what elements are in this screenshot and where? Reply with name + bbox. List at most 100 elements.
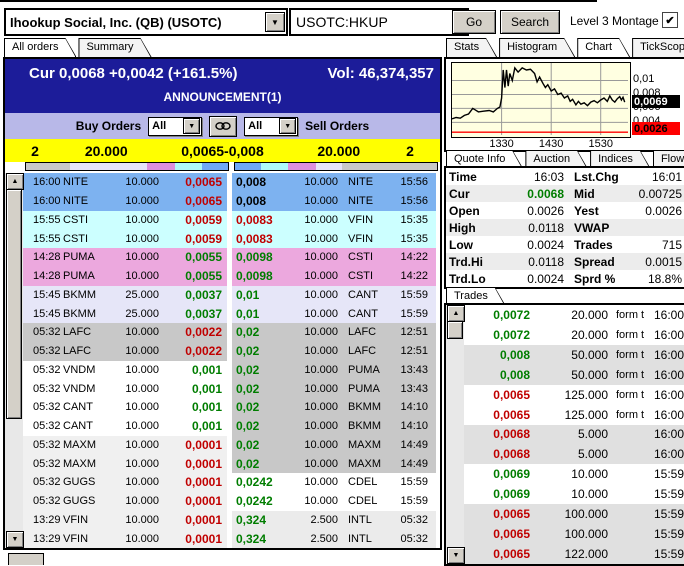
depth-color-segment [261,163,287,170]
trade-row[interactable]: 0,0065125.000form t16:00:07 [464,405,684,425]
order-book-row[interactable]: 15:55CSTI10.0000,00590,008310.000VFIN15:… [23,211,440,230]
tab-chart[interactable]: Chart [577,38,630,57]
order-book-row[interactable]: 16:00NITE10.0000,00650,00810.000NITE15:5… [23,192,440,211]
order-book-row[interactable]: 05:32VNDM10.0000,0010,0210.000PUMA13:43 [23,379,440,398]
scroll-down-button[interactable]: ▼ [6,531,24,548]
trade-row[interactable]: 0,006910.00015:59:59 [464,464,684,484]
quote-field-label: Mid [564,187,630,201]
symbol-input[interactable] [289,8,469,36]
tab-label: Flow [653,150,684,165]
trade-time: 15:59:59 [654,487,684,501]
trade-row[interactable]: 0,0065100.00015:59:58 [464,524,684,544]
trade-row[interactable]: 0,00685.00016:00:00 [464,425,684,445]
bid-size: 10.000 [109,270,165,282]
link-filters-button[interactable] [209,116,237,137]
order-book-row[interactable]: 14:28PUMA10.0000,00550,009810.000CSTI14:… [23,267,440,286]
trades-scrollbar[interactable]: ▲ ▼ [446,305,464,564]
trade-row[interactable]: 0,00850.000form t16:00:10 [464,365,684,385]
chevron-down-icon[interactable]: ▼ [265,12,285,32]
trade-row[interactable]: 0,00685.00016:00:00 [464,444,684,464]
order-book-row[interactable]: 05:32LAFC10.0000,00220,0210.000LAFC12:51 [23,323,440,342]
bid-side: 15:45BKMM25.0000,0037 [23,286,227,305]
ask-side: 0,3242.500INTL05:32 [232,511,436,530]
ask-price: 0,02 [232,438,294,452]
order-book-row[interactable]: 05:32GUGS10.0000,00010,024210.000CDEL15:… [23,492,440,511]
bid-size: 25.000 [109,289,165,301]
order-book-row[interactable]: 05:32GUGS10.0000,00010,024210.000CDEL15:… [23,473,440,492]
ask-price: 0,0098 [232,269,294,283]
tab-summary[interactable]: Summary [78,38,151,57]
scroll-up-button[interactable]: ▲ [447,305,465,322]
montage-scrollbar[interactable]: ▲ ▼ [5,173,23,548]
tab-tickscope[interactable]: TickScope [632,38,684,57]
order-book-row[interactable]: 15:45BKMM25.0000,00370,0110.000CANT15:59 [23,304,440,323]
search-button[interactable]: Search [500,10,560,34]
trade-row[interactable]: 0,007220.000form t16:00:26 [464,325,684,345]
order-book-row[interactable]: 05:32MAXM10.0000,00010,0210.000MAXM14:49 [23,454,440,473]
tab-label: TickScope [632,38,684,53]
bid-price: 0,0001 [165,457,227,471]
quote-field-label: Time [446,170,502,184]
trade-row[interactable]: 0,00850.000form t16:00:10 [464,345,684,365]
bid-side: 05:32CANT10.0000,001 [23,417,227,436]
order-book-row[interactable]: 05:32LAFC10.0000,00220,0210.000LAFC12:51 [23,342,440,361]
buy-orders-label: Buy Orders [76,119,141,133]
quote-field-value: 0.0118 [502,255,564,269]
trade-price: 0,0072 [464,308,530,322]
trade-row[interactable]: 0,0065125.000form t16:00:07 [464,385,684,405]
trades-rows: 0,007220.000form t16:00:260,007220.000fo… [464,305,684,564]
ask-price: 0,0242 [232,475,294,489]
order-book-row[interactable]: 13:29VFIN10.0000,00010,3242.500INTL05:32 [23,511,440,530]
symbol-select[interactable]: Ihookup Social, Inc. (QB) (USOTC) ▼ [4,8,288,36]
chevron-down-icon[interactable]: ▼ [279,118,296,134]
go-button[interactable]: Go [452,10,496,34]
tab-all-orders[interactable]: All orders [4,38,76,57]
announcement-link[interactable]: ANNOUNCEMENT(1) [5,90,440,104]
ask-market-maker: CSTI [344,270,394,282]
ask-side: 0,0210.000MAXM14:49 [232,436,436,455]
order-book-row[interactable]: 05:32CANT10.0000,001 0,0210.000BKMM14:10 [23,417,440,436]
scroll-down-button[interactable]: ▼ [447,547,465,564]
buy-filter-select[interactable]: All ▼ [148,117,202,136]
chevron-down-icon[interactable]: ▼ [183,118,200,134]
trade-row[interactable]: 0,007220.000form t16:00:26 [464,305,684,325]
scroll-up-button[interactable]: ▲ [6,173,24,190]
quote-info-row: High0.0118VWAP [446,219,684,236]
ask-price: 0,0098 [232,250,294,264]
tab-label: Histogram [499,38,575,53]
bid-time: 13:29 [23,514,63,526]
order-book-row[interactable]: 05:32CANT10.0000,0010,0210.000BKMM14:10 [23,398,440,417]
scrollbar-thumb[interactable] [6,189,22,419]
order-book-row[interactable]: 13:29VFIN10.0000,00010,3242.500INTL05:32 [23,529,440,548]
sell-order-count: 2 [380,143,440,159]
bid-time: 15:45 [23,289,63,301]
quote-info-row: Time16:03Lst.Chg16:01 [446,168,684,185]
order-book-row[interactable]: 15:45BKMM25.0000,00370,0110.000CANT15:59 [23,286,440,305]
bid-price: 0,0037 [165,307,227,321]
ask-price: 0,324 [232,513,294,527]
bid-market-maker: GUGS [63,476,109,488]
sell-filter-select[interactable]: All ▼ [244,117,298,136]
trade-time: 16:00:10 [654,368,684,382]
order-book-row[interactable]: 15:55CSTI10.0000,00590,008310.000VFIN15:… [23,229,440,248]
bid-size: 10.000 [109,214,165,226]
ask-market-maker: INTL [344,514,394,526]
trade-row[interactable]: 0,0065122.00015:59:52 [464,544,684,564]
level3-montage-checkbox[interactable]: ✔ [662,12,678,28]
order-book-row[interactable]: 05:32MAXM10.0000,00010,0210.000MAXM14:49 [23,436,440,455]
scrollbar-thumb[interactable] [447,321,463,339]
order-book-row[interactable]: 14:28PUMA10.0000,00550,009810.000CSTI14:… [23,248,440,267]
trade-row[interactable]: 0,0065100.00015:59:58 [464,504,684,524]
bid-time: 14:28 [23,251,63,263]
tab-stats[interactable]: Stats [446,38,497,57]
order-book-row[interactable]: 05:32VNDM10.0000,0010,0210.000PUMA13:43 [23,361,440,380]
quote-info-panel: Time16:03Lst.Chg16:01Cur0.0068Mid0.00725… [444,166,684,289]
trade-row[interactable]: 0,006910.00015:59:59 [464,484,684,504]
tab-histogram[interactable]: Histogram [499,38,575,57]
bid-side: 13:29VFIN10.0000,0001 [23,529,227,548]
ask-side: 0,0210.000BKMM14:10 [232,417,436,436]
order-book-row[interactable]: 16:00NITE10.0000,00650,00810.000NITE15:5… [23,173,440,192]
bid-time: 05:32 [23,326,63,338]
trade-price: 0,0065 [464,388,530,402]
bottom-tab-stub[interactable] [8,553,44,565]
